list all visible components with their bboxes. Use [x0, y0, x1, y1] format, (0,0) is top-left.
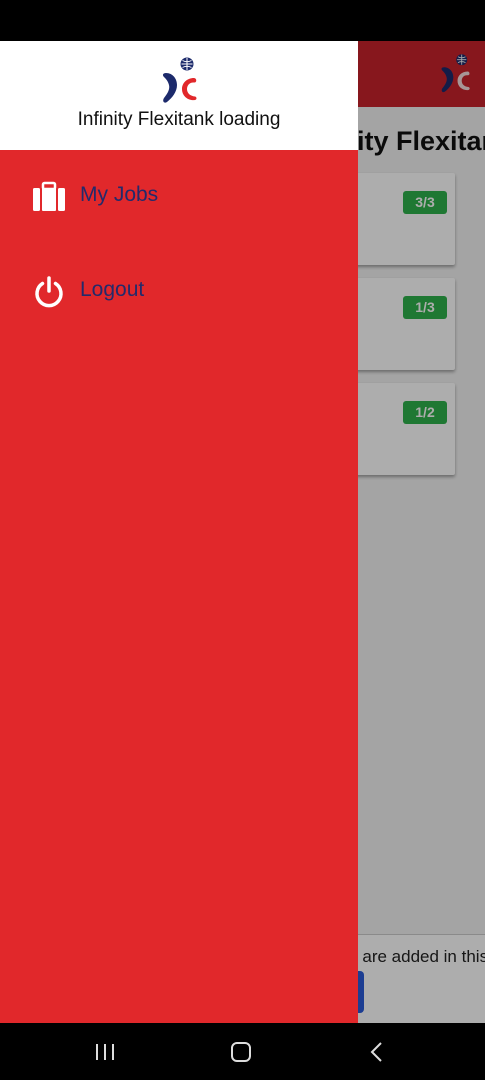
home-icon[interactable]: [221, 1037, 261, 1067]
power-icon: [35, 276, 63, 308]
menu-item-my-jobs[interactable]: My Jobs: [0, 167, 358, 227]
app-logo-icon: [162, 57, 197, 103]
briefcase-icon: [33, 181, 65, 211]
back-icon[interactable]: [357, 1037, 397, 1067]
status-bar: [0, 0, 485, 41]
menu-label: Logout: [80, 278, 145, 301]
drawer-title: Infinity Flexitank loading: [77, 109, 281, 130]
system-navigation-bar: [0, 1023, 485, 1080]
menu-label: My Jobs: [80, 183, 159, 206]
navigation-drawer: Infinity Flexitank loading My Jobs Logou…: [0, 41, 358, 1023]
recent-apps-icon[interactable]: [85, 1037, 125, 1067]
menu-item-logout[interactable]: Logout: [0, 262, 358, 322]
drawer-header: Infinity Flexitank loading: [0, 41, 358, 150]
